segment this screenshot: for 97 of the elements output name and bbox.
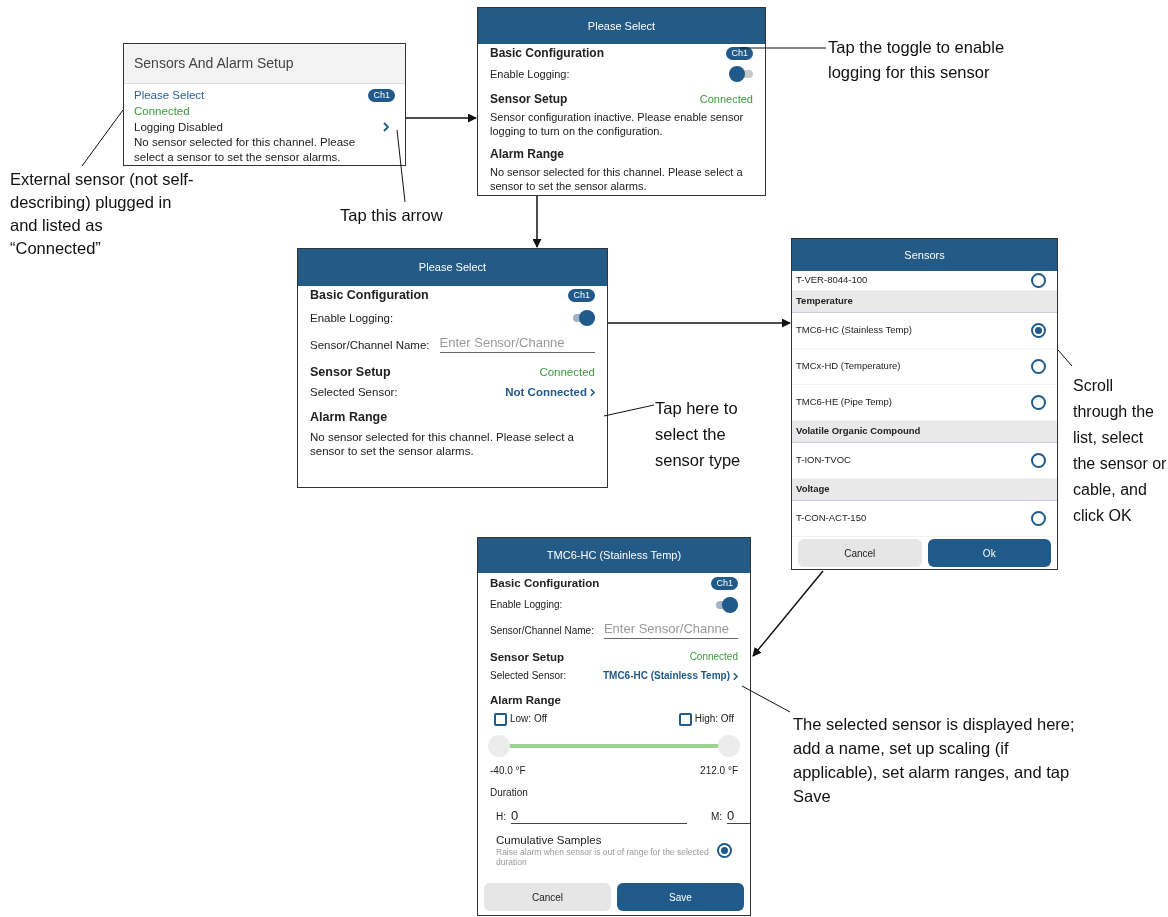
radio-button[interactable] (1031, 511, 1046, 526)
radio-button[interactable] (1031, 453, 1046, 468)
group-header: Volatile Organic Compound (792, 421, 1057, 443)
toggle-switch[interactable] (571, 310, 595, 326)
channel-name: Please Select (134, 88, 205, 103)
channel-badge: Ch1 (568, 288, 595, 302)
connection-status: Connected (689, 650, 738, 664)
logging-status: Logging Disabled (134, 120, 223, 135)
field-label: Duration (490, 786, 529, 800)
channel-badge: Ch1 (368, 88, 395, 102)
range-slider[interactable] (488, 735, 740, 757)
name-input-field[interactable]: Enter Sensor/Channe (439, 336, 595, 353)
option-label: TMC6-HE (Pipe Temp) (796, 395, 892, 410)
dialog-title: Sensors (792, 239, 1057, 271)
setup-message: Sensor configuration inactive. Please enable sensor logging to turn on the configuration. (490, 110, 745, 138)
connection-status: Connected (539, 365, 595, 379)
section-heading: Alarm Range (490, 693, 562, 707)
field-label: Enable Logging: (490, 598, 563, 612)
channel-message: No sensor selected for this channel. Please select a sensor to set the sensor alarms. (134, 135, 357, 165)
section-heading: Sensor Setup (310, 365, 391, 379)
checkbox[interactable] (678, 712, 692, 726)
dialog-title: TMC6-HC (Stainless Temp) (478, 538, 750, 573)
callout-text: External sensor (not self-describing) plugged in and listed as “Connected” (10, 169, 195, 259)
dialog-button[interactable]: Ok (927, 539, 1051, 567)
connection-status: Connected (699, 92, 753, 106)
option-label: TMC6-HC (Stainless Temp) (796, 323, 912, 338)
field-label: Selected Sensor: (490, 669, 567, 683)
card-title: Sensors And Alarm Setup (134, 54, 294, 73)
section-heading: Basic Configuration (310, 288, 429, 302)
option-title: Cumulative Samples (496, 833, 603, 847)
chevron-right-icon[interactable] (733, 671, 738, 681)
toggle-switch[interactable] (714, 597, 738, 613)
leader-line (603, 404, 655, 417)
radio-button[interactable] (1031, 395, 1046, 410)
alarm-message: No sensor selected for this channel. Please select a sensor to set the sensor alarms. (490, 165, 744, 193)
dialog-title: Please Select (478, 8, 765, 44)
radio-button[interactable] (1031, 359, 1046, 374)
callout-text: Tap the toggle to enable logging for this sensor (828, 37, 1006, 83)
callout-text: Scroll through the list, select the sensor or cable, and click OK (1073, 376, 1168, 526)
slider-thumb[interactable] (488, 735, 510, 757)
flow-arrow (532, 195, 542, 248)
channel-badge: Ch1 (711, 576, 738, 590)
radio-button[interactable] (717, 842, 732, 858)
field-label: Selected Sensor: (310, 385, 398, 399)
checkbox-label: High: Off (694, 712, 734, 726)
sensor-option[interactable]: TMCx-HD (Temperature) (792, 349, 1057, 385)
slider-thumb[interactable] (718, 735, 740, 757)
dialog-button[interactable]: Cancel (798, 539, 922, 567)
selected-sensor-link[interactable]: TMC6-HC (Stainless Temp) (602, 669, 730, 683)
leader-line (1057, 349, 1073, 367)
section-heading: Sensor Setup (490, 650, 565, 664)
section-heading: Alarm Range (490, 147, 566, 161)
chevron-right-icon[interactable] (383, 122, 389, 132)
section-heading: Basic Configuration (490, 46, 604, 60)
alarm-message: No sensor selected for this channel. Please select a sensor to set the sensor alarms. (310, 430, 575, 458)
field-label: Sensor/Channel Name: (310, 337, 430, 352)
option-label: T-ION-TVOC (796, 453, 851, 468)
channel-card[interactable]: Sensors And Alarm Setup Please Select Ch1 Connected Logging Disabled No sensor selected for this channel. Please select a sensor to set the sensor alarms. (123, 43, 406, 166)
field-label: M: (711, 810, 723, 824)
option-label: T-VER-8044-100 (796, 273, 868, 288)
duration-input-field[interactable]: 0 (727, 809, 750, 824)
range-label: -40.0 °F (490, 764, 526, 778)
option-description: Raise alarm when sensor is out of range for the selected duration (496, 847, 709, 867)
sensor-option[interactable]: TMC6-HC (Stainless Temp) (792, 313, 1057, 349)
toggle-switch[interactable] (729, 66, 753, 82)
chevron-right-icon[interactable] (590, 387, 595, 397)
section-heading: Alarm Range (310, 410, 389, 424)
connection-status: Connected (134, 104, 191, 119)
duration-input-field[interactable]: 0 (511, 809, 687, 824)
leader-line (741, 685, 791, 713)
group-header: Temperature (792, 291, 1057, 313)
callout-text: Tap here to select the sensor type (655, 398, 742, 471)
field-label: Enable Logging: (310, 311, 394, 325)
radio-button[interactable] (1031, 323, 1046, 338)
dialog-button[interactable]: Save (617, 883, 744, 911)
callout-text: The selected sensor is displayed here; add a name, set up scaling (if applicable), set alarm ranges, and tap Save (793, 714, 1076, 807)
callout-text: Tap this arrow (340, 205, 444, 226)
option-label: T-CON-ACT-150 (796, 511, 867, 526)
checkbox-label: Low: Off (510, 712, 548, 726)
option-label: TMCx-HD (Temperature) (796, 359, 901, 374)
selected-sensor-link[interactable]: Not Connected (505, 385, 587, 399)
field-label: Sensor/Channel Name: (490, 623, 594, 638)
section-heading: Sensor Setup (490, 92, 568, 106)
flow-arrow (405, 113, 477, 123)
channel-badge: Ch1 (726, 46, 753, 60)
name-input-field[interactable]: Enter Sensor/Channe (603, 622, 738, 639)
dialog-title: Please Select (298, 249, 607, 286)
checkbox[interactable] (494, 712, 507, 726)
dialog-button[interactable]: Cancel (484, 883, 611, 911)
section-heading: Basic Configuration (490, 576, 600, 590)
range-label: 212.0 °F (700, 764, 738, 778)
group-header: Voltage (792, 479, 1057, 501)
radio-button[interactable] (1031, 273, 1046, 288)
field-label: Enable Logging: (490, 67, 570, 81)
sensor-option[interactable]: T-CON-ACT-150 (792, 501, 1057, 537)
leader-line (81, 109, 124, 167)
field-label: H: (496, 810, 506, 824)
